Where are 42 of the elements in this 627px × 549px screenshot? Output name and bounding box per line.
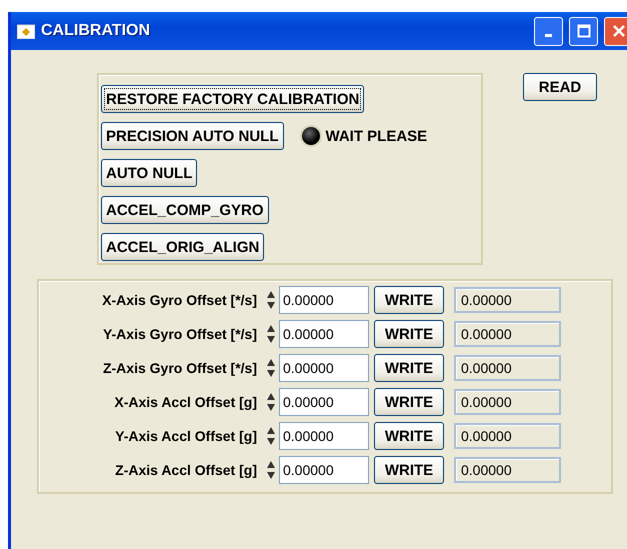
offset-input[interactable]: 0.00000: [279, 286, 369, 314]
write-button[interactable]: WRITE: [374, 320, 444, 348]
spinner-icon[interactable]: [266, 391, 276, 413]
spinner-icon[interactable]: [266, 459, 276, 481]
offset-reading: 0.00000: [454, 355, 561, 381]
offset-label: X-Axis Accl Offset [g]: [114, 394, 257, 410]
offset-label: Y-Axis Accl Offset [g]: [115, 428, 257, 444]
command-button[interactable]: PRECISION AUTO NULL: [101, 122, 284, 150]
offset-input[interactable]: 0.00000: [279, 456, 369, 484]
offset-reading: 0.00000: [454, 423, 561, 449]
read-button[interactable]: READ: [523, 73, 597, 101]
offset-input[interactable]: 0.00000: [279, 354, 369, 382]
write-button[interactable]: WRITE: [374, 354, 444, 382]
offset-label: Z-Axis Gyro Offset [*/s]: [102, 360, 257, 376]
maximize-icon[interactable]: [569, 16, 598, 46]
offset-label: Z-Axis Accl Offset [g]: [115, 462, 257, 478]
command-button[interactable]: ACCEL_ORIG_ALIGN: [101, 233, 264, 261]
command-button[interactable]: AUTO NULL: [101, 159, 198, 187]
write-button[interactable]: WRITE: [374, 286, 444, 314]
spinner-icon[interactable]: [266, 357, 276, 379]
offset-label: X-Axis Gyro Offset [*/s]: [102, 292, 257, 308]
write-button[interactable]: WRITE: [374, 456, 444, 484]
spinner-icon[interactable]: [266, 425, 276, 447]
command-button[interactable]: RESTORE FACTORY CALIBRATION: [101, 85, 364, 113]
offset-input[interactable]: 0.00000: [279, 422, 369, 450]
offset-reading: 0.00000: [454, 457, 561, 483]
offset-reading: 0.00000: [454, 389, 561, 415]
app-icon: [17, 23, 35, 39]
offset-input[interactable]: 0.00000: [279, 388, 369, 416]
write-button[interactable]: WRITE: [374, 422, 444, 450]
command-button[interactable]: ACCEL_COMP_GYRO: [101, 196, 269, 224]
write-button[interactable]: WRITE: [374, 388, 444, 416]
offset-reading: 0.00000: [454, 287, 561, 313]
spinner-icon[interactable]: [266, 323, 276, 345]
offset-reading: 0.00000: [454, 321, 561, 347]
offset-label: Y-Axis Gyro Offset [*/s]: [102, 326, 257, 342]
offset-input[interactable]: 0.00000: [279, 320, 369, 348]
status-label: WAIT PLEASE: [326, 128, 428, 144]
spinner-icon[interactable]: [266, 289, 276, 311]
close-icon[interactable]: [604, 16, 627, 46]
window-title: CALIBRATION: [41, 22, 152, 40]
minimize-icon[interactable]: [534, 16, 563, 46]
